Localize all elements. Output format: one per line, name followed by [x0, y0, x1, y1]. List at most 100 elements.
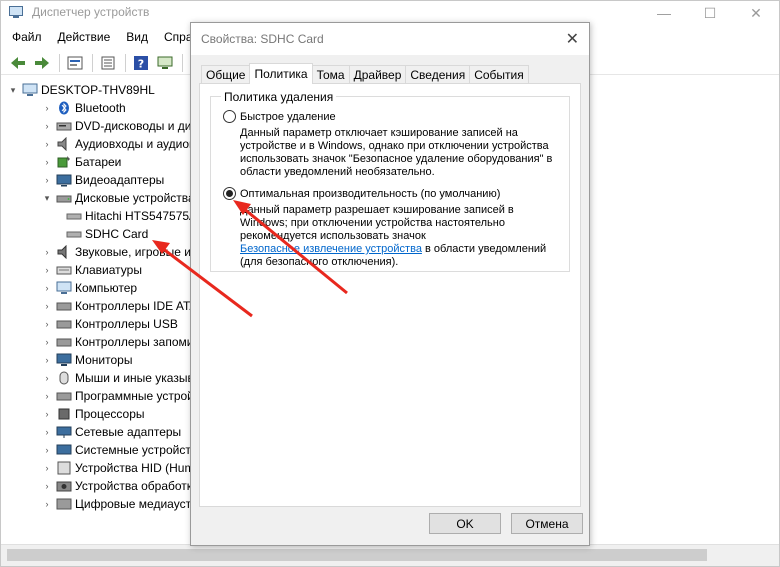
tab-general[interactable]: Общие — [201, 65, 251, 84]
toolbar-separator — [182, 53, 183, 72]
tab-volumes[interactable]: Тома — [311, 65, 350, 84]
cancel-button[interactable]: Отмена — [511, 513, 583, 534]
tree-item-hitachi[interactable]: Hitachi HTS547575A — [63, 207, 195, 225]
expand-icon[interactable]: › — [41, 120, 53, 132]
expand-icon[interactable]: › — [41, 156, 53, 168]
bluetooth-icon — [56, 101, 72, 115]
tree-item-network[interactable]: › Сетевые адаптеры — [41, 423, 182, 441]
tree-item-imaging[interactable]: › Устройства обработки — [41, 477, 196, 495]
drive-icon — [66, 209, 82, 223]
expand-icon[interactable]: › — [41, 354, 53, 366]
tree-item-sdhc-card[interactable]: SDHC Card — [63, 225, 148, 243]
tree-item-batteries[interactable]: › Батареи — [41, 153, 122, 171]
tab-events[interactable]: События — [469, 65, 529, 84]
maximize-button[interactable]: ☐ — [687, 1, 733, 25]
tree-item-mice[interactable]: › Мыши и иные указыва — [41, 369, 196, 387]
quick-removal-label: Быстрое удаление — [240, 110, 336, 123]
expand-icon[interactable]: › — [41, 372, 53, 384]
audio-icon — [56, 137, 72, 151]
desc-line: Данный параметр разрешает кэширование за… — [240, 204, 514, 216]
tree-item-ide[interactable]: › Контроллеры IDE ATA/ — [41, 297, 196, 315]
minimize-button[interactable]: — — [641, 1, 687, 25]
back-icon — [11, 56, 25, 69]
main-title: Диспетчер устройств — [32, 5, 150, 19]
tree-item-storage-controllers[interactable]: › Контроллеры запомин — [41, 333, 196, 351]
dialog-close-button[interactable]: ✕ — [566, 29, 579, 49]
tree-item-sound[interactable]: › Звуковые, игровые и в — [41, 243, 195, 261]
tree-item-computer[interactable]: › Компьютер — [41, 279, 138, 297]
ok-button[interactable]: OK — [429, 513, 501, 534]
tab-policies[interactable]: Политика — [249, 63, 313, 84]
tree-item-hid[interactable]: › Устройства HID (Huma — [41, 459, 196, 477]
expand-icon[interactable]: › — [41, 408, 53, 420]
tree-item-keyboards[interactable]: › Клавиатуры — [41, 261, 142, 279]
list-button[interactable] — [97, 53, 119, 73]
collapse-icon[interactable]: ▾ — [7, 84, 19, 96]
menu-view[interactable]: Вид — [119, 28, 155, 48]
menu-file[interactable]: Файл — [1, 28, 49, 48]
forward-button[interactable] — [31, 53, 53, 73]
toolbar-separator — [125, 53, 126, 72]
expand-icon[interactable]: › — [41, 300, 53, 312]
better-performance-radio[interactable] — [223, 187, 236, 200]
expand-icon[interactable]: › — [41, 102, 53, 114]
better-performance-label: Оптимальная производительность (по умолч… — [240, 187, 501, 200]
safely-remove-link[interactable]: Безопасное извлечение устройства — [240, 243, 422, 255]
tree-item-dvd[interactable]: › DVD-дисководы и диск — [41, 117, 196, 135]
tab-driver[interactable]: Драйвер — [348, 65, 407, 84]
expand-icon[interactable]: › — [41, 390, 53, 402]
expand-icon[interactable]: › — [41, 444, 53, 456]
tree-item-bluetooth[interactable]: › Bluetooth — [41, 99, 126, 117]
expand-icon[interactable]: › — [41, 282, 53, 294]
tree-item-processors[interactable]: › Процессоры — [41, 405, 145, 423]
tree-item-usb[interactable]: › Контроллеры USB — [41, 315, 178, 333]
tree-item-disk-drives[interactable]: ▾ Дисковые устройства — [41, 189, 195, 207]
desc-line: области уведомлений необязательно. — [240, 166, 435, 178]
expand-icon[interactable]: › — [41, 498, 53, 510]
tab-details[interactable]: Сведения — [405, 65, 471, 84]
mouse-icon — [56, 371, 72, 385]
expand-icon[interactable]: › — [41, 318, 53, 330]
expand-icon[interactable]: › — [41, 426, 53, 438]
expand-icon[interactable]: › — [41, 246, 53, 258]
menu-action[interactable]: Действие — [51, 28, 118, 48]
expand-icon[interactable]: › — [41, 138, 53, 150]
close-button[interactable]: ✕ — [733, 1, 779, 25]
tree-item-system-devices[interactable]: › Системные устройства — [41, 441, 196, 459]
properties-button[interactable] — [64, 53, 86, 73]
expand-icon[interactable]: › — [41, 462, 53, 474]
quick-removal-option[interactable]: Быстрое удаление — [223, 110, 336, 123]
tree-item-audio-io[interactable]: › Аудиовходы и аудиовы — [41, 135, 195, 153]
quick-removal-radio[interactable] — [223, 110, 236, 123]
scrollbar-thumb[interactable] — [7, 549, 707, 561]
better-performance-option[interactable]: Оптимальная производительность (по умолч… — [223, 187, 500, 200]
tree-item-monitors[interactable]: › Мониторы — [41, 351, 133, 369]
update-button[interactable] — [154, 53, 176, 73]
help-button[interactable]: ? — [130, 53, 152, 73]
horizontal-scrollbar[interactable] — [1, 544, 779, 566]
tree-item-media[interactable]: › Цифровые медиаустрс — [41, 495, 196, 513]
policies-panel: Политика удаления Быстрое удаление Данны… — [199, 83, 581, 507]
collapse-icon[interactable]: ▾ — [41, 192, 53, 204]
disk-icon — [56, 191, 72, 205]
tree-item-software-devices[interactable]: › Программные устройс — [41, 387, 196, 405]
desc-line: устройстве и в Windows, однако при отклю… — [240, 140, 549, 152]
properties-icon — [67, 56, 83, 69]
back-button[interactable] — [7, 53, 29, 73]
tree-root[interactable]: ▾ DESKTOP-THV89HL — [7, 81, 155, 99]
expand-icon[interactable]: › — [41, 174, 53, 186]
monitor-icon — [56, 353, 72, 367]
desc-line: Windows; при отключении устройства насто… — [240, 217, 505, 229]
expand-icon[interactable]: › — [41, 336, 53, 348]
tree-item-display-adapters[interactable]: › Видеоадаптеры — [41, 171, 165, 189]
better-performance-description: Данный параметр разрешает кэширование за… — [240, 204, 560, 269]
dvd-icon — [56, 119, 72, 133]
expand-icon[interactable]: › — [41, 264, 53, 276]
removal-policy-group: Политика удаления Быстрое удаление Данны… — [210, 90, 570, 272]
ide-icon — [56, 299, 72, 313]
list-icon — [101, 56, 115, 69]
properties-dialog: Свойства: SDHC Card ✕ Общие Политика Том… — [190, 22, 590, 546]
window-controls: — ☐ ✕ — [641, 1, 779, 25]
expand-icon[interactable]: › — [41, 480, 53, 492]
display-adapter-icon — [56, 173, 72, 187]
